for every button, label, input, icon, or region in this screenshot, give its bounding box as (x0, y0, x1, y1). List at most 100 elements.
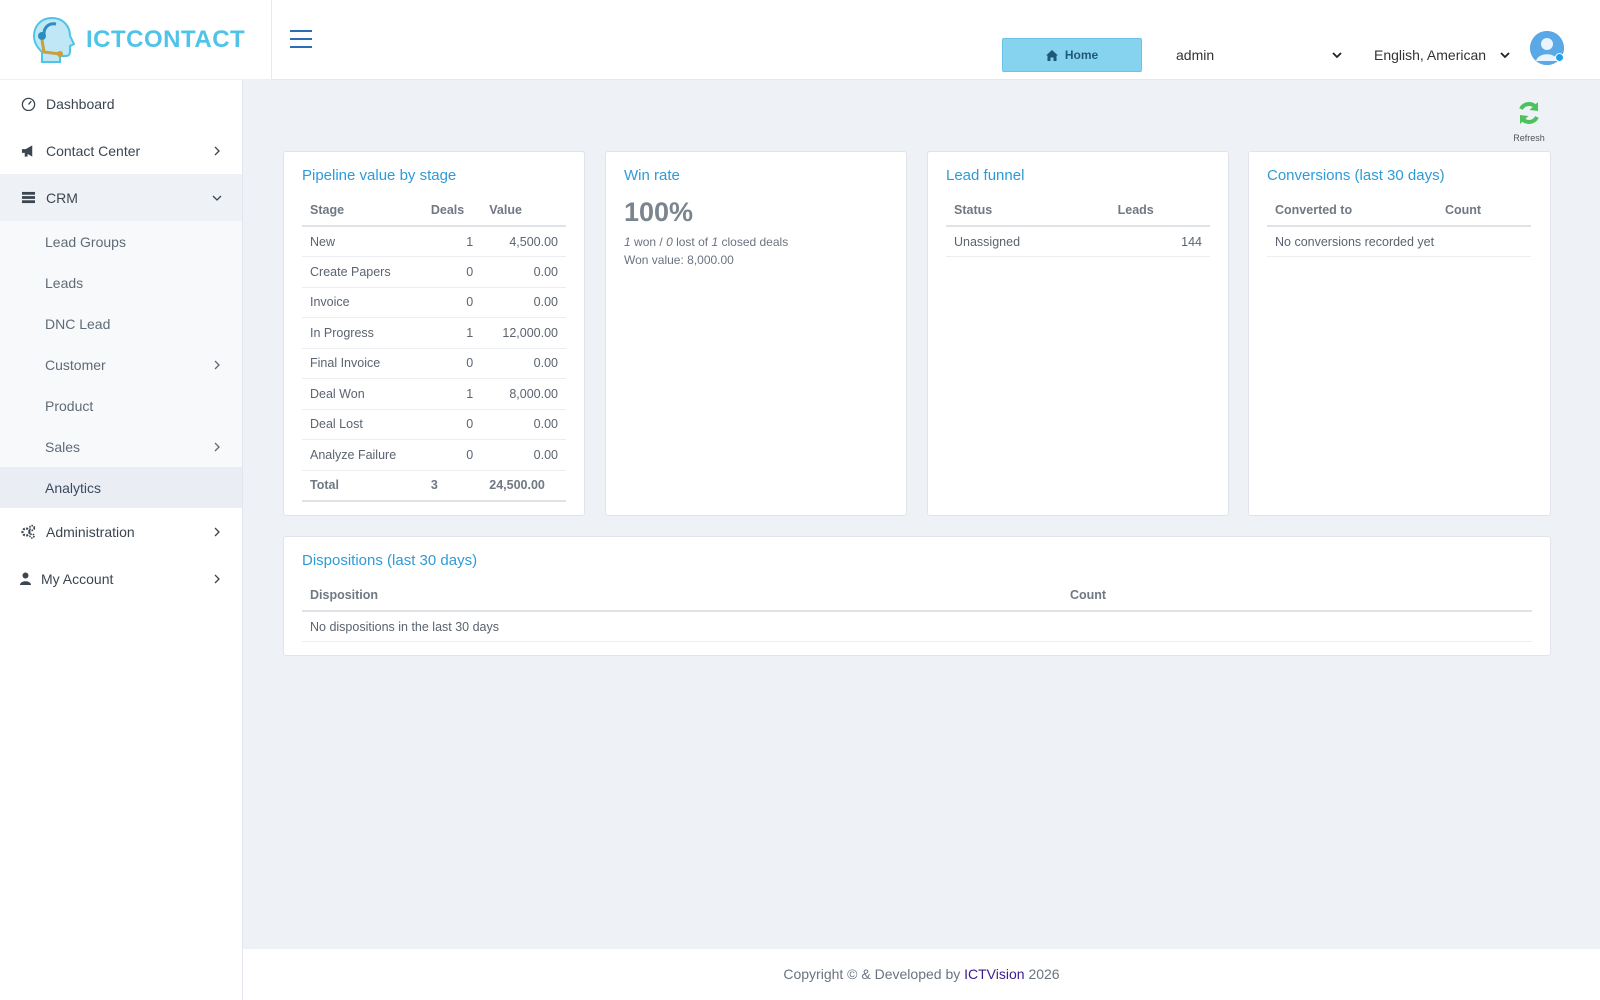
table-row: No conversions recorded yet (1267, 226, 1531, 257)
refresh-button[interactable]: Refresh (1508, 100, 1550, 143)
sidebar-item-administration[interactable]: Administration (0, 508, 242, 555)
chevron-right-icon (214, 146, 220, 155)
table-row: Final Invoice 0 0.00 (302, 348, 566, 379)
sidebar-item-label: My Account (41, 570, 114, 587)
table-cell: 1 (422, 226, 482, 257)
conversions-card: Conversions (last 30 days) Converted to … (1248, 151, 1551, 516)
closed-count: 1 (711, 235, 719, 249)
column-header: Converted to (1267, 194, 1437, 227)
sidebar-subitem-label: Analytics (45, 479, 102, 496)
table-row: Deal Won 1 8,000.00 (302, 378, 566, 410)
table-cell: In Progress (302, 317, 423, 349)
sidebar-subitem-leads[interactable]: Leads (0, 262, 242, 303)
table-cell: 0.00 (481, 439, 566, 471)
won-count: 1 (624, 235, 631, 249)
sidebar-subitem-lead-groups[interactable]: Lead Groups (0, 221, 242, 262)
column-header: Count (1062, 579, 1532, 612)
sidebar-item-crm[interactable]: CRM (0, 174, 242, 221)
chevron-down-icon (212, 195, 222, 201)
logo[interactable]: ICTCONTACT (0, 0, 272, 80)
table-cell: New (302, 226, 423, 257)
empty-message: No dispositions in the last 30 days (302, 611, 1532, 642)
sidebar-subitem-label: Customer (45, 356, 106, 373)
table-cell: 0.00 (481, 256, 566, 288)
sidebar-item-dashboard[interactable]: Dashboard (0, 80, 242, 127)
table-cell: 12,000.00 (481, 317, 566, 349)
footer-copyright: Copyright © & Developed by (783, 966, 961, 982)
table-cell: 1 (422, 378, 482, 410)
table-total-row: Total 3 24,500.00 (302, 470, 566, 502)
sidebar-subitem-label: Sales (45, 438, 81, 455)
sidebar-subitem-label: Lead Groups (45, 233, 126, 250)
table-cell: Invoice (302, 287, 423, 318)
dispositions-table: Disposition Count No dispositions in the… (302, 579, 1532, 642)
hamburger-menu-icon[interactable] (290, 30, 312, 48)
card-title: Win rate (624, 167, 680, 184)
language-select[interactable]: English, American (1374, 42, 1510, 68)
home-button[interactable]: Home (1002, 38, 1142, 72)
table-cell: 24,500.00 (481, 470, 566, 502)
table-row: Unassigned 144 (946, 226, 1210, 257)
column-header: Leads (1117, 194, 1210, 227)
column-header: Status (946, 194, 1118, 227)
card-title: Dispositions (last 30 days) (302, 552, 478, 569)
table-cell: 0 (422, 256, 482, 288)
chevron-down-icon (1332, 52, 1342, 59)
sidebar-item-label: CRM (46, 189, 78, 206)
logo-head-icon (32, 16, 76, 63)
pipeline-table: Stage Deals Value New 1 4,500.00 Create Pap… (302, 194, 566, 502)
sidebar-subitem-customer[interactable]: Customer (0, 344, 242, 385)
table-cell: 0 (422, 287, 482, 318)
footer-year: 2026 (1028, 966, 1060, 982)
table-cell: 0.00 (481, 348, 566, 379)
sidebar-subitem-dnc-lead[interactable]: DNC Lead (0, 303, 242, 344)
chevron-down-icon (1500, 52, 1510, 59)
column-header: Stage (302, 194, 423, 227)
table-row: In Progress 1 12,000.00 (302, 317, 566, 349)
sidebar-item-my-account[interactable]: My Account (0, 555, 242, 602)
sidebar-subitem-product[interactable]: Product (0, 385, 242, 426)
footer-brand-link[interactable]: ICTVision (964, 966, 1024, 982)
table-cell: 1 (422, 317, 482, 349)
table-cell: Final Invoice (302, 348, 423, 379)
card-title: Conversions (last 30 days) (1267, 167, 1445, 184)
table-cell: 144 (1117, 226, 1210, 257)
lost-label: lost of (676, 235, 709, 249)
table-row: New 1 4,500.00 (302, 226, 566, 257)
lost-count: 0 (666, 235, 673, 249)
table-cell: Analyze Failure (302, 439, 423, 471)
table-cell: Create Papers (302, 256, 423, 288)
user-select[interactable]: admin (1176, 42, 1342, 68)
win-rate-card: Win rate 100% 1 won / 0 lost of 1 closed… (605, 151, 907, 516)
pipeline-card: Pipeline value by stage Stage Deals Valu… (283, 151, 585, 516)
table-cell: Total (302, 470, 423, 502)
table-cell: 4,500.00 (481, 226, 566, 257)
sidebar-subitem-label: Product (45, 397, 94, 414)
table-cell: 3 (422, 470, 482, 502)
sidebar-subitem-label: DNC Lead (45, 315, 111, 332)
table-cell: Deal Lost (302, 409, 423, 440)
sidebar-subitem-label: Leads (45, 274, 84, 291)
sidebar-item-label: Contact Center (46, 142, 141, 159)
table-cell: 0 (422, 439, 482, 471)
closed-label: closed deals (721, 235, 789, 249)
megaphone-icon (20, 143, 36, 159)
sidebar-subitem-analytics[interactable]: Analytics (0, 467, 242, 508)
sidebar: ICTCONTACT Dashboard Contact Center CRM … (0, 0, 272, 1000)
chevron-right-icon (214, 360, 220, 369)
table-header-row: Stage Deals Value (302, 194, 566, 227)
top-bar: Home admin English, American (272, 0, 1600, 80)
user-icon (20, 571, 31, 587)
refresh-icon (1519, 102, 1539, 124)
user-select-value: admin (1176, 47, 1215, 63)
sidebar-subitem-sales[interactable]: Sales (0, 426, 242, 467)
home-button-label: Home (1064, 48, 1099, 62)
table-row: No dispositions in the last 30 days (302, 611, 1532, 642)
chevron-right-icon (214, 442, 220, 451)
table-cell: 0 (422, 409, 482, 440)
sidebar-item-contact-center[interactable]: Contact Center (0, 127, 242, 174)
sidebar-item-label: Dashboard (46, 95, 115, 112)
table-header-row: Converted to Count (1267, 194, 1531, 227)
crm-list-icon (20, 190, 36, 206)
table-row: Deal Lost 0 0.00 (302, 409, 566, 440)
